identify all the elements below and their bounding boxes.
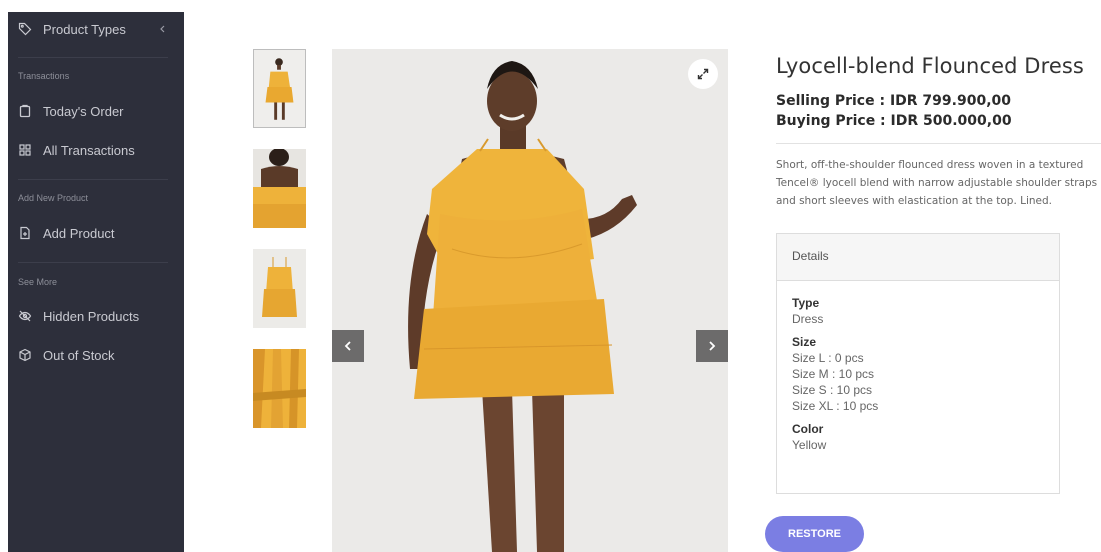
- thumbnail-4[interactable]: [253, 349, 306, 428]
- sidebar-item-label: Product Types: [43, 21, 126, 37]
- sidebar-item-label: Out of Stock: [43, 347, 115, 363]
- details-body: Type Dress Size Size L : 0 pcs Size M : …: [777, 281, 1059, 467]
- size-value: Size XL : 10 pcs: [792, 399, 879, 413]
- sidebar: Product Types Transactions Today's Order…: [8, 12, 184, 552]
- product-photo: [332, 49, 728, 552]
- expand-button[interactable]: [688, 59, 718, 89]
- divider: [18, 179, 168, 180]
- divider: [18, 57, 168, 58]
- next-image-button[interactable]: [696, 330, 728, 362]
- sidebar-item-label: Add Product: [43, 225, 115, 241]
- type-label: Type: [792, 296, 820, 310]
- product-title: Lyocell-blend Flounced Dress: [776, 54, 1084, 78]
- size-value: Size L : 0 pcs: [792, 351, 864, 365]
- section-label-transactions: Transactions: [18, 71, 70, 81]
- clipboard-icon: [18, 104, 32, 118]
- sidebar-item-all-transactions[interactable]: All Transactions: [8, 133, 184, 167]
- divider: [776, 143, 1101, 144]
- chevron-left-icon[interactable]: [158, 22, 166, 36]
- sidebar-item-label: Today's Order: [43, 103, 124, 119]
- sidebar-item-label: Hidden Products: [43, 308, 140, 324]
- eye-off-icon: [18, 309, 32, 323]
- section-label-see-more: See More: [18, 277, 58, 287]
- chevron-right-icon: [709, 341, 716, 351]
- package-icon: [18, 348, 32, 362]
- file-plus-icon: [18, 226, 32, 240]
- sidebar-item-product-types[interactable]: Product Types: [8, 12, 184, 46]
- product-description: Short, off-the-shoulder flounced dress w…: [776, 159, 1098, 207]
- sidebar-item-add-product[interactable]: Add Product: [8, 216, 184, 250]
- chevron-left-icon: [344, 341, 351, 351]
- details-panel: Details Type Dress Size Size L : 0 pcs S…: [776, 233, 1060, 494]
- details-header: Details: [777, 234, 1059, 281]
- grid-icon: [18, 143, 32, 157]
- tag-icon: [18, 22, 32, 36]
- size-value: Size S : 10 pcs: [792, 383, 873, 397]
- size-value: Size M : 10 pcs: [792, 367, 875, 381]
- sidebar-item-label: All Transactions: [43, 142, 135, 158]
- color-label: Color: [792, 422, 824, 436]
- type-value: Dress: [792, 312, 824, 326]
- expand-icon: [697, 68, 709, 80]
- previous-image-button[interactable]: [332, 330, 364, 362]
- sidebar-item-todays-order[interactable]: Today's Order: [8, 94, 184, 128]
- section-label-add-new-product: Add New Product: [18, 193, 89, 203]
- buying-price: Buying Price : IDR 500.000,00: [776, 113, 1012, 129]
- divider: [18, 262, 168, 263]
- thumbnail-1[interactable]: [253, 49, 306, 128]
- sidebar-item-out-of-stock[interactable]: Out of Stock: [8, 338, 184, 372]
- thumbnail-2[interactable]: [253, 149, 306, 228]
- sidebar-item-hidden-products[interactable]: Hidden Products: [8, 299, 184, 333]
- size-label: Size: [792, 335, 817, 349]
- product-main-image: [332, 49, 728, 552]
- restore-button[interactable]: RESTORE: [765, 516, 864, 552]
- thumbnail-3[interactable]: [253, 249, 306, 328]
- selling-price: Selling Price : IDR 799.900,00: [776, 93, 1011, 109]
- color-value: Yellow: [792, 438, 827, 452]
